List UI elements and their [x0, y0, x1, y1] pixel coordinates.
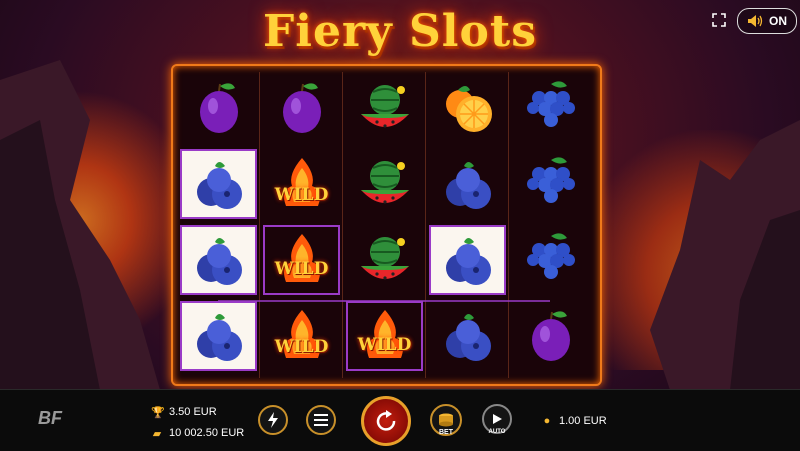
wild-label: WILD — [274, 337, 329, 357]
turbo-button[interactable] — [258, 405, 288, 435]
reel-5-symbol-grapes — [512, 225, 589, 295]
reel-1-symbol-blueberry — [180, 149, 257, 219]
reel-2-symbol-wild: WILD — [263, 225, 340, 295]
wild-icon — [283, 310, 320, 358]
fullscreen-button[interactable] — [709, 8, 729, 32]
reel-3-symbol-watermelon — [346, 73, 423, 143]
reel-1-symbol-plum — [180, 73, 257, 143]
reel-grid: WILD WILD WILD WILD — [179, 72, 594, 378]
spin-arrow-icon — [376, 410, 396, 431]
sound-toggle-label: ON — [769, 14, 787, 28]
reel-separator — [259, 72, 260, 378]
sound-toggle[interactable]: ON — [737, 8, 797, 34]
blueberry-icon — [196, 314, 242, 361]
coins-icon: ● — [543, 415, 551, 427]
grapes-icon — [526, 157, 575, 203]
reel-4-symbol-orange — [429, 73, 506, 143]
menu-icon — [314, 414, 328, 426]
wild-label: WILD — [274, 185, 329, 205]
bet-button-label: BET — [439, 429, 453, 436]
watermelon-icon — [360, 161, 409, 204]
lightning-icon — [268, 412, 278, 428]
reel-separator — [342, 72, 343, 378]
reel-3-symbol-wild: WILD — [346, 301, 423, 371]
balance-display: ▰ 10 002.50 EUR — [151, 425, 244, 441]
win-amount: 3.50 EUR — [169, 406, 217, 418]
brand-logo: BF — [38, 408, 62, 428]
wallet-icon: ▰ — [152, 427, 162, 440]
reel-2-symbol-wild: WILD — [263, 301, 340, 371]
grapes-icon — [526, 81, 575, 127]
orange-icon — [445, 86, 492, 132]
reel-3-symbol-watermelon — [346, 225, 423, 295]
game-title: Fiery Slots — [263, 6, 537, 57]
rock-right — [650, 120, 800, 390]
wild-label: WILD — [357, 335, 412, 355]
reel-5-symbol-grapes — [512, 73, 589, 143]
blueberry-icon — [445, 314, 491, 361]
watermelon-icon — [360, 237, 409, 280]
auto-button[interactable]: AUTO — [482, 404, 512, 435]
wild-icon — [283, 158, 320, 206]
reel-5-symbol-plum — [512, 301, 589, 371]
reel-separator — [508, 72, 509, 378]
reel-4-symbol-blueberry — [429, 225, 506, 295]
fullscreen-icon — [712, 13, 726, 27]
blueberry-icon — [196, 162, 242, 209]
win-display: 🏆 3.50 EUR — [151, 404, 217, 420]
reel-1-symbol-blueberry — [180, 301, 257, 371]
rock-left — [0, 60, 160, 390]
menu-button[interactable] — [306, 405, 336, 435]
bet-value-display: ● 1.00 EUR — [541, 413, 607, 429]
bet-button[interactable]: BET — [430, 404, 462, 436]
speaker-icon — [748, 15, 763, 27]
bet-value: 1.00 EUR — [559, 415, 607, 427]
coin-stack-icon — [439, 413, 453, 427]
reel-2-symbol-plum — [263, 73, 340, 143]
reel-5-symbol-grapes — [512, 149, 589, 219]
blueberry-icon — [445, 162, 491, 209]
wild-label: WILD — [274, 259, 329, 279]
reel-1-symbol-blueberry — [180, 225, 257, 295]
watermelon-icon — [360, 85, 409, 128]
reel-3-symbol-watermelon — [346, 149, 423, 219]
play-icon — [493, 414, 502, 424]
reel-separator — [425, 72, 426, 378]
trophy-icon: 🏆 — [151, 406, 165, 419]
plum-icon — [199, 83, 238, 133]
spin-button[interactable] — [361, 396, 411, 446]
reel-4-symbol-blueberry — [429, 301, 506, 371]
auto-button-label: AUTO — [488, 429, 506, 435]
blueberry-icon — [196, 238, 242, 285]
plum-icon — [531, 311, 570, 361]
reel-2-symbol-wild: WILD — [263, 149, 340, 219]
balance-amount: 10 002.50 EUR — [169, 427, 245, 439]
bottom-bar: BF 🏆 3.50 EUR ▰ 10 002.50 EUR BET AUTO ●… — [0, 389, 800, 451]
grapes-icon — [526, 233, 575, 279]
reel-board: WILD WILD WILD WILD — [171, 64, 602, 386]
reel-4-symbol-blueberry — [429, 149, 506, 219]
plum-icon — [282, 83, 321, 133]
blueberry-icon — [445, 238, 491, 285]
